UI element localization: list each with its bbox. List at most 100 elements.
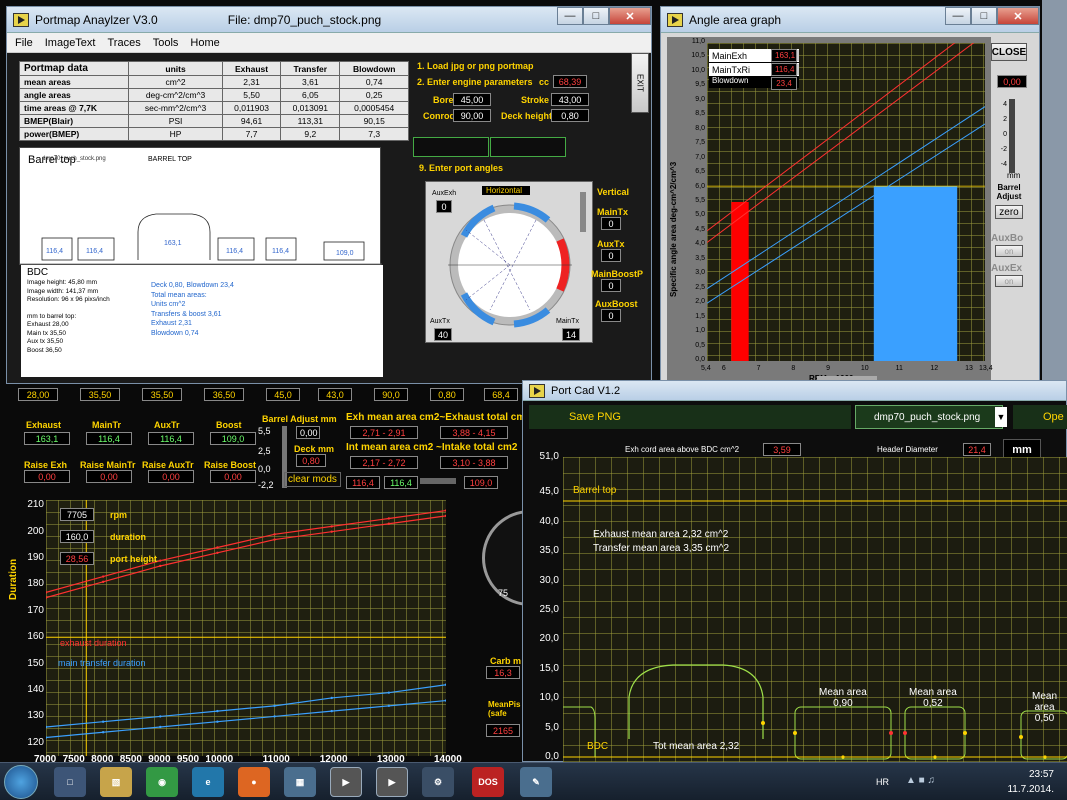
close-graph-button[interactable]: CLOSE [991, 43, 1027, 61]
portcad-titlebar[interactable]: Port Cad V1.2 [523, 381, 1066, 401]
y-tick-label: 20,0 [539, 633, 559, 645]
table-row: time areas @ 7,7K sec-mm^2/cm^3 0,011903… [18, 101, 409, 115]
height-input[interactable]: 163,1 [24, 432, 70, 445]
open-button[interactable]: Ope [1013, 405, 1067, 429]
stroke-label: Stroke [521, 95, 550, 105]
y-tick-label: 5,0 [545, 721, 559, 733]
y-tick-label: 1,5 [695, 312, 705, 320]
v-auxtx-input[interactable]: 0 [601, 249, 621, 262]
y-tick-label: 8,5 [695, 110, 705, 118]
auxbo-toggle[interactable]: on [995, 245, 1023, 257]
ie-icon[interactable]: e [192, 767, 224, 797]
top-value[interactable]: 90,0 [374, 388, 408, 401]
tab-2[interactable] [490, 137, 566, 157]
menu-file[interactable]: File [15, 37, 33, 49]
language-indicator[interactable]: HR [876, 777, 889, 787]
file-select[interactable]: dmp70_puch_stock.png [855, 405, 1003, 429]
deck-mm-input[interactable]: 0,80 [296, 454, 326, 467]
port-height-value: 28,56 [60, 552, 94, 565]
barrel-slider[interactable] [1009, 99, 1015, 173]
firefox-icon[interactable]: ● [238, 767, 270, 797]
bore-input[interactable]: 45,00 [453, 93, 491, 106]
auxex-toggle[interactable]: on [995, 275, 1023, 287]
height-input[interactable]: 116,4 [86, 432, 132, 445]
data-point [273, 704, 276, 708]
tab-1[interactable] [413, 137, 489, 157]
minimize-button[interactable]: — [557, 7, 583, 25]
y-tick-label: 40,0 [539, 515, 559, 527]
raise-input[interactable]: 0,00 [148, 470, 194, 483]
row-label: angle areas [18, 88, 130, 102]
top-value[interactable]: 0,80 [430, 388, 464, 401]
bottom-slider[interactable] [420, 478, 456, 484]
v-auxboost-input[interactable]: 0 [601, 309, 621, 322]
clear-mods-button[interactable]: clear mods [284, 472, 341, 487]
minimize-button[interactable]: — [945, 7, 971, 25]
y-tick-label: 3,5 [695, 254, 705, 262]
menu-traces[interactable]: Traces [107, 37, 140, 49]
labview-task-icon[interactable]: ▶ [330, 767, 362, 797]
menu-tools[interactable]: Tools [153, 37, 179, 49]
raise-input[interactable]: 0,00 [210, 470, 256, 483]
folder-icon[interactable]: ▧ [100, 767, 132, 797]
maximize-button[interactable]: □ [583, 7, 609, 25]
top-value[interactable]: 28,00 [18, 388, 58, 401]
vertical-slider[interactable] [580, 192, 586, 232]
port-outline [137, 213, 211, 260]
raise-input[interactable]: 0,00 [86, 470, 132, 483]
portmap-titlebar[interactable]: Portmap Anaylzer V3.0 File: dmp70_puch_s… [7, 7, 651, 33]
mean-area-block: Mean area 0,90 [819, 687, 867, 709]
cell: 7,7 [221, 127, 282, 141]
maintx-input[interactable]: 14 [562, 328, 580, 341]
top-value[interactable]: 36,50 [204, 388, 244, 401]
rpm-value[interactable]: 7705 [60, 508, 94, 521]
app-icon[interactable]: ▦ [284, 767, 316, 797]
v-mainboost-label: MainBoostP [591, 269, 644, 279]
paint-icon[interactable]: ✎ [520, 767, 552, 797]
maximize-button[interactable]: □ [971, 7, 997, 25]
start-button[interactable] [4, 765, 38, 799]
raise-input[interactable]: 0,00 [24, 470, 70, 483]
menu-imagetext[interactable]: ImageText [45, 37, 96, 49]
data-point [46, 736, 48, 739]
y-tick-label: 2,5 [695, 283, 705, 291]
top-value[interactable]: 35,50 [80, 388, 120, 401]
explorer-icon[interactable]: □ [54, 767, 86, 797]
clock-date[interactable]: 11.7.2014. [996, 784, 1054, 795]
chrome-icon[interactable]: ◉ [146, 767, 178, 797]
exit-button[interactable]: EXIT [631, 53, 649, 113]
zero-button[interactable]: zero [995, 205, 1023, 219]
close-button[interactable]: ✕ [997, 7, 1039, 25]
row-label: BMEP(Blair) [18, 114, 130, 128]
carb-label: Carb m [490, 656, 522, 666]
top-value[interactable]: 45,0 [266, 388, 300, 401]
close-button[interactable]: ✕ [609, 7, 651, 25]
menu-home[interactable]: Home [190, 37, 219, 49]
stroke-input[interactable]: 43,00 [551, 93, 589, 106]
chevron-down-icon[interactable]: ▼ [995, 407, 1007, 427]
height-input[interactable]: 109,0 [210, 432, 256, 445]
top-value[interactable]: 43,0 [318, 388, 352, 401]
clock-time[interactable]: 23:57 [1004, 769, 1054, 780]
top-value[interactable]: 68,4 [484, 388, 518, 401]
settings-gear-icon[interactable]: ⚙ [422, 767, 454, 797]
raise-label: Raise Exh [24, 460, 68, 470]
auxtx-input[interactable]: 40 [434, 328, 452, 341]
deck-input[interactable]: 0,80 [551, 109, 589, 122]
barrel-adjust-input[interactable]: 0,00 [296, 426, 320, 439]
menu-bar: File ImageText Traces Tools Home [7, 33, 651, 53]
tray-icons[interactable]: ▲ ■ ♫ [906, 775, 956, 789]
dosbox-icon[interactable]: DOS [472, 767, 504, 797]
adjust-value[interactable]: 0,00 [997, 75, 1027, 88]
transfer-mean-text: Transfer mean area 3,35 cm^2 [593, 543, 730, 554]
top-value[interactable]: 35,50 [142, 388, 182, 401]
save-png-button[interactable]: Save PNG [529, 405, 851, 429]
labview-task-icon[interactable]: ▶ [376, 767, 408, 797]
conrod-input[interactable]: 90,00 [453, 109, 491, 122]
legend-value: 116,4 [771, 63, 797, 76]
duration-value[interactable]: 160,0 [60, 530, 94, 543]
v-mainboost-input[interactable]: 0 [601, 279, 621, 292]
v-maintx-input[interactable]: 0 [601, 217, 621, 230]
height-input[interactable]: 116,4 [148, 432, 194, 445]
angle-titlebar[interactable]: Angle area graph — □ ✕ [661, 7, 1039, 33]
